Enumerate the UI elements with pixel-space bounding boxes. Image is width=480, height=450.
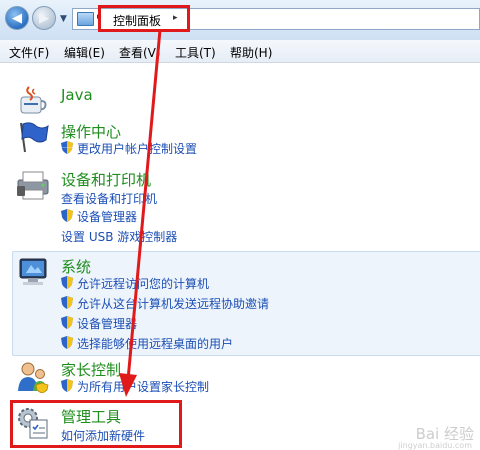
- baidu-watermark-url: jingyan.baidu.com: [398, 441, 472, 450]
- annotation-arrow: [119, 29, 162, 397]
